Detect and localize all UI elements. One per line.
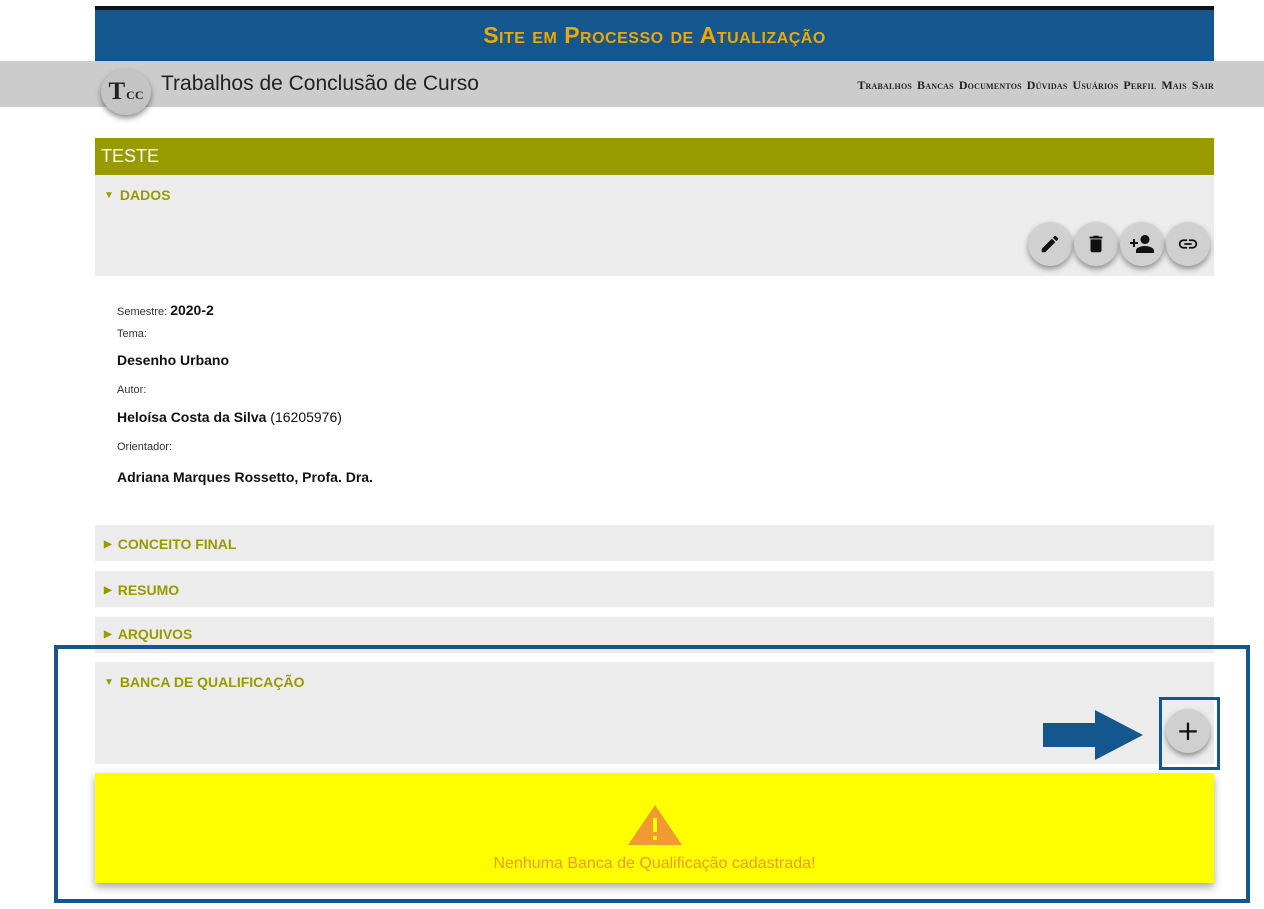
- nav-bancas[interactable]: Bancas: [917, 78, 954, 93]
- autor-id: (16205976): [270, 409, 342, 425]
- tema-value: Desenho Urbano: [117, 352, 230, 368]
- nav-documentos[interactable]: Documentos: [959, 78, 1022, 93]
- work-title: TESTE: [95, 138, 1214, 175]
- collapsed-triangle-icon: ▶: [104, 584, 112, 596]
- tcc-logo[interactable]: Tcc: [101, 69, 151, 115]
- autor-name: Heloísa Costa da Silva: [117, 409, 267, 425]
- conceito-final-header[interactable]: ▶ CONCEITO FINAL: [104, 536, 236, 552]
- orientador-label: Orientador:: [117, 441, 173, 453]
- banca-highlight-frame: [54, 645, 1250, 903]
- edit-button[interactable]: [1028, 222, 1072, 266]
- resumo-title: RESUMO: [117, 582, 180, 598]
- arquivos-header[interactable]: ▶ ARQUIVOS: [104, 626, 192, 642]
- autor-value: Heloísa Costa da Silva (16205976): [117, 409, 342, 425]
- edit-icon: [1041, 235, 1059, 253]
- main-nav: Trabalhos Bancas Documentos Dúvidas Usuá…: [857, 78, 1214, 93]
- semestre-label: Semestre: 2020-2: [117, 302, 214, 318]
- nav-usuarios[interactable]: Usuários: [1073, 78, 1119, 93]
- nav-mais[interactable]: Mais: [1161, 78, 1186, 93]
- nav-perfil[interactable]: Perfil: [1123, 78, 1156, 93]
- nav-trabalhos[interactable]: Trabalhos: [857, 78, 912, 93]
- dados-title: DADOS: [119, 187, 171, 203]
- resumo-header[interactable]: ▶ RESUMO: [104, 582, 179, 598]
- nav-sair[interactable]: Sair: [1192, 78, 1214, 93]
- add-button-highlight-frame: [1159, 697, 1220, 770]
- orientador-value: Adriana Marques Rossetto, Profa. Dra.: [117, 469, 373, 485]
- conceito-final-panel[interactable]: ▶ CONCEITO FINAL: [95, 525, 1214, 561]
- dados-header[interactable]: ▼ DADOS: [104, 187, 170, 203]
- conceito-final-title: CONCEITO FINAL: [117, 536, 237, 552]
- semestre-value: 2020-2: [170, 302, 214, 318]
- tema-label: Tema:: [117, 328, 147, 340]
- banner-text: Site em Processo de Atualização: [483, 22, 826, 48]
- link-button[interactable]: [1166, 222, 1210, 266]
- dados-panel: ▼ DADOS: [95, 175, 1214, 276]
- collapsed-triangle-icon: ▶: [104, 628, 112, 640]
- autor-label: Autor:: [117, 384, 147, 396]
- arquivos-title: ARQUIVOS: [117, 626, 193, 642]
- resumo-panel[interactable]: ▶ RESUMO: [95, 571, 1214, 607]
- nav-duvidas[interactable]: Dúvidas: [1027, 78, 1068, 93]
- add-person-icon: [1130, 235, 1154, 253]
- site-title[interactable]: Trabalhos de Conclusão de Curso: [161, 72, 479, 96]
- add-person-button[interactable]: [1120, 222, 1164, 266]
- link-icon: [1178, 239, 1198, 249]
- delete-button[interactable]: [1074, 222, 1118, 266]
- expanded-triangle-icon: ▼: [104, 189, 114, 201]
- delete-icon: [1089, 235, 1103, 253]
- update-banner: Site em Processo de Atualização: [95, 10, 1214, 61]
- collapsed-triangle-icon: ▶: [104, 538, 112, 550]
